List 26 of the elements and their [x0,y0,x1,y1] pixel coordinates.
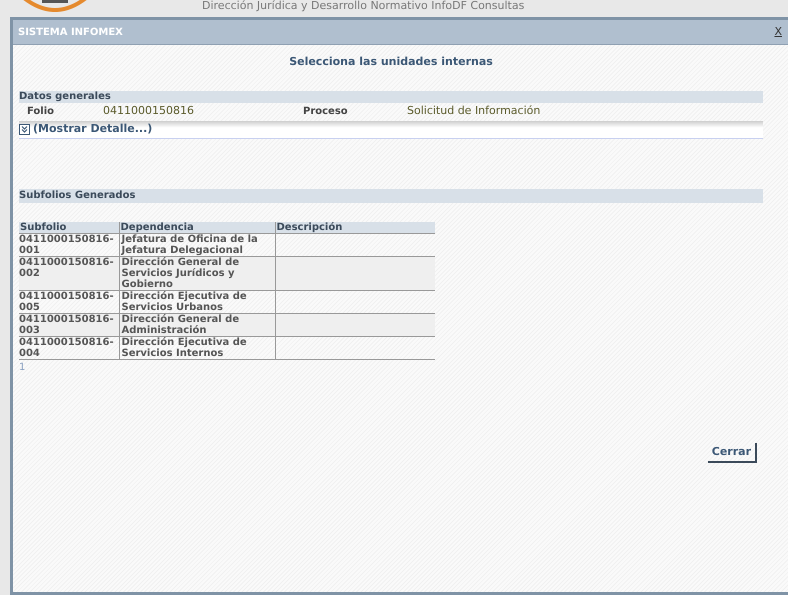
field-value: 0411000150816 [103,103,195,120]
column-header: Dependencia [119,222,275,233]
section-title: Subfolios Generados [19,189,136,203]
table-cell: 0411000150816-004 [19,336,119,359]
dialog-title: SISTEMA INFOMEX [18,26,123,40]
page-header-text: Dirección Jurídica y Desarrollo Normativo InfoDF Consultas [202,0,524,12]
field-value: Solicitud de Información [407,103,542,120]
table-cell: Jefatura de Oficina de la Jefatura Delegacional [119,233,275,256]
expand-chevron-icon[interactable] [19,124,30,134]
column-header: Descripción [275,222,435,233]
dialog-heading: Selecciona las unidades internas [289,54,493,70]
table-cell: 0411000150816-005 [19,290,119,313]
close-button[interactable]: X [774,24,782,40]
table-cell: 0411000150816-002 [19,256,119,290]
table-cell: Dirección Ejecutiva de Servicios Internos [119,336,275,359]
table-cell: Dirección Ejecutiva de Servicios Urbanos [119,290,275,313]
close-dialog-button[interactable]: Cerrar [708,442,757,463]
field-label: Folio [26,105,56,119]
field-label: Proceso [303,105,349,119]
show-details-link[interactable]: (Mostrar Detalle...) [33,120,152,138]
table-cell: 0411000150816-003 [19,313,119,336]
table-cell: Dirección General de Servicios Jurídicos y Gobierno [119,256,275,290]
section-title: Datos generales [19,90,111,104]
column-header: Subfolio [19,222,119,233]
table-cell: Dirección General de Administración [119,313,275,336]
table-cell: 0411000150816-001 [19,233,119,256]
